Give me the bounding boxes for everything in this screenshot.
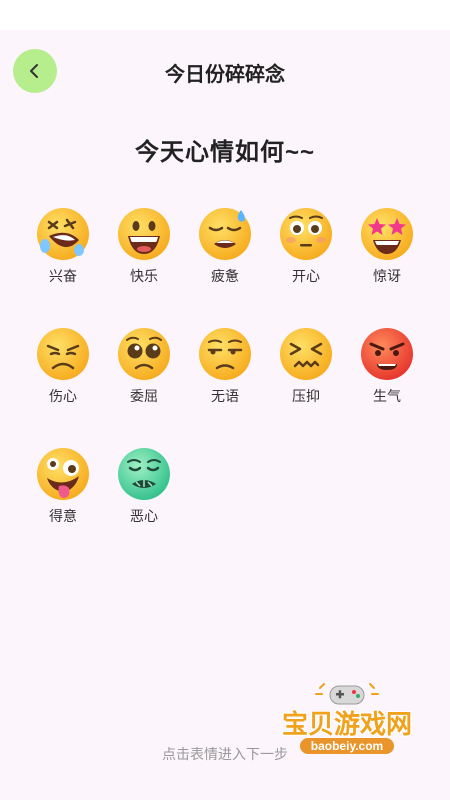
watermark-text: 宝贝游戏网 bbox=[281, 709, 412, 739]
emotion-label: 疲惫 bbox=[211, 268, 239, 284]
emotion-speechless[interactable]: 无语 bbox=[190, 326, 260, 406]
emotion-label: 得意 bbox=[49, 508, 77, 524]
watermark-url: baobeiy.com bbox=[300, 738, 394, 754]
emotion-depressed[interactable]: 压抑 bbox=[271, 326, 341, 406]
grinning-emoji-icon bbox=[118, 208, 170, 260]
nauseated-emoji-icon bbox=[118, 448, 170, 500]
emotion-label: 生气 bbox=[373, 388, 401, 404]
emotion-label: 惊讶 bbox=[373, 268, 401, 284]
emotion-label: 恶心 bbox=[130, 508, 158, 524]
confounded-emoji-icon bbox=[280, 328, 332, 380]
emotion-label: 委屈 bbox=[130, 388, 158, 404]
emotion-tired[interactable]: 疲惫 bbox=[190, 206, 260, 286]
emotion-disgusted[interactable]: 恶心 bbox=[109, 446, 179, 526]
star-struck-emoji-icon bbox=[361, 208, 413, 260]
emotion-excited[interactable]: 兴奋 bbox=[28, 206, 98, 286]
emotion-happy[interactable]: 快乐 bbox=[109, 206, 179, 286]
angry-emoji-icon bbox=[361, 328, 413, 380]
sad-emoji-icon bbox=[37, 328, 89, 380]
watermark: 宝贝游戏网 baobeiy.com bbox=[272, 676, 422, 776]
emotion-wronged[interactable]: 委屈 bbox=[109, 326, 179, 406]
header: 今日份碎碎念 bbox=[0, 30, 450, 110]
emotion-label: 快乐 bbox=[130, 268, 158, 284]
flushed-emoji-icon bbox=[280, 208, 332, 260]
tired-sweat-emoji-icon bbox=[199, 208, 251, 260]
emotion-glad[interactable]: 开心 bbox=[271, 206, 341, 286]
zany-emoji-icon bbox=[37, 448, 89, 500]
unamused-emoji-icon bbox=[199, 328, 251, 380]
emotion-label: 伤心 bbox=[49, 388, 77, 404]
emotion-label: 兴奋 bbox=[49, 268, 77, 284]
emotion-sad[interactable]: 伤心 bbox=[28, 326, 98, 406]
emotion-label: 无语 bbox=[211, 388, 239, 404]
pleading-emoji-icon bbox=[118, 328, 170, 380]
rofl-emoji-icon bbox=[37, 208, 89, 260]
emotion-label: 压抑 bbox=[292, 388, 320, 404]
emotion-label: 开心 bbox=[292, 268, 320, 284]
emotion-surprised[interactable]: 惊讶 bbox=[352, 206, 422, 286]
mood-question: 今天心情如何~~ bbox=[134, 139, 316, 166]
emotion-proud[interactable]: 得意 bbox=[28, 446, 98, 526]
page-title: 今日份碎碎念 bbox=[165, 64, 285, 86]
emotion-angry[interactable]: 生气 bbox=[352, 326, 422, 406]
